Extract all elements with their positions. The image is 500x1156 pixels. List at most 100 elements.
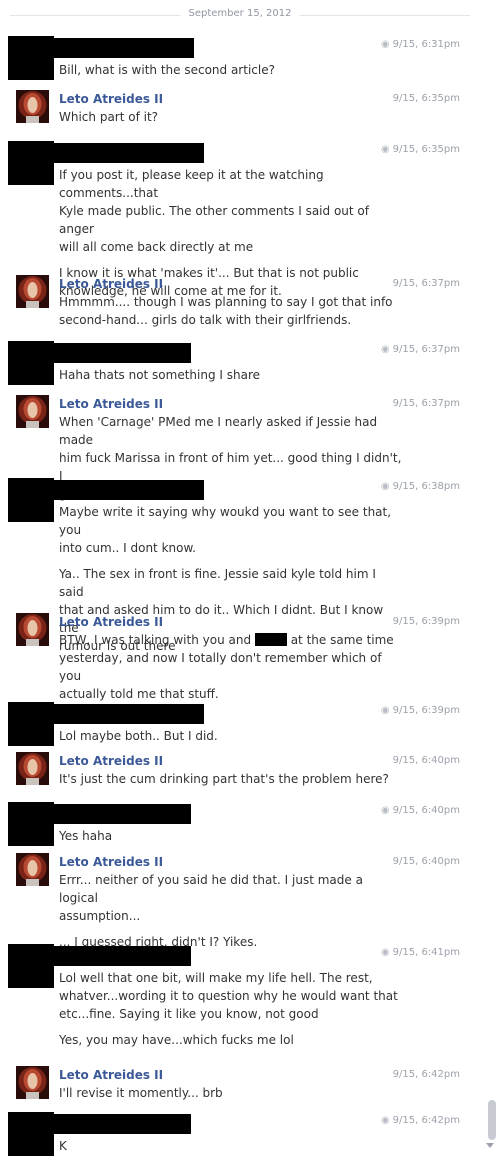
portrait-image xyxy=(16,752,49,785)
sender-name[interactable]: Leto Atreides II xyxy=(59,397,163,411)
message-body: Haha thats not something I share xyxy=(59,366,404,384)
redacted-sender-name xyxy=(54,804,191,824)
message-timestamp: ◉ 9/15, 6:35pm xyxy=(381,144,460,155)
sender-name[interactable]: Leto Atreides II xyxy=(59,615,163,629)
redacted-avatar[interactable] xyxy=(8,478,54,522)
sender-avatar[interactable] xyxy=(16,275,49,308)
location-pin-icon: ◉ xyxy=(380,1115,390,1126)
message-timestamp: 9/15, 6:42pm xyxy=(393,1069,460,1080)
message-timestamp: 9/15, 6:37pm xyxy=(393,278,460,289)
redacted-avatar[interactable] xyxy=(8,944,54,988)
message-body: BTW, I was talking with you and at the s… xyxy=(59,631,404,703)
message-timestamp: ◉ 9/15, 6:40pm xyxy=(381,805,460,816)
message-timestamp: ◉ 9/15, 6:31pm xyxy=(381,39,460,50)
timestamp-text: 9/15, 6:41pm xyxy=(392,947,460,958)
message-body: K xyxy=(59,1137,404,1155)
location-pin-icon: ◉ xyxy=(380,39,390,50)
message-line: Yes, you may have...which fucks me lol xyxy=(59,1033,294,1047)
redacted-sender-name xyxy=(54,143,204,163)
portrait-image xyxy=(16,613,49,646)
message-line: Which part of it? xyxy=(59,110,159,124)
sender-avatar[interactable] xyxy=(16,1066,49,1099)
location-pin-icon: ◉ xyxy=(380,481,390,492)
timestamp-text: 9/15, 6:35pm xyxy=(392,144,460,155)
sender-avatar[interactable] xyxy=(16,613,49,646)
message-line: I'll revise it momently... brb xyxy=(59,1086,223,1100)
redacted-avatar[interactable] xyxy=(8,36,54,80)
timestamp-text: 9/15, 6:40pm xyxy=(392,805,460,816)
redacted-sender-name xyxy=(54,946,191,966)
message-line: etc...fine. Saying it like you know, not… xyxy=(59,1007,319,1021)
message-line: Lol well that one bit, will make my life… xyxy=(59,971,373,985)
message-line: into cum.. I dont know. xyxy=(59,541,196,555)
portrait-image xyxy=(16,395,49,428)
message-line: Bill, what is with the second article? xyxy=(59,63,275,77)
message-line: It's just the cum drinking part that's t… xyxy=(59,772,389,786)
message-line: actually told me that stuff. xyxy=(59,687,219,701)
message-line: assumption... xyxy=(59,909,141,923)
sender-name[interactable]: Leto Atreides II xyxy=(59,754,163,768)
redacted-sender-name xyxy=(54,38,194,58)
sender-name[interactable]: Leto Atreides II xyxy=(59,92,163,106)
redacted-avatar[interactable] xyxy=(8,341,54,385)
portrait-image xyxy=(16,1066,49,1099)
message-line: Lol maybe both.. But I did. xyxy=(59,729,218,743)
message-line: whatver...wording it to question why he … xyxy=(59,989,398,1003)
message-line: yesterday, and now I totally don't remem… xyxy=(59,651,382,683)
message-thread: ◉ 9/15, 6:31pm Bill, what is with the seco… xyxy=(0,0,480,1156)
location-pin-icon: ◉ xyxy=(380,144,390,155)
message-timestamp: 9/15, 6:37pm xyxy=(393,398,460,409)
message-line: Haha thats not something I share xyxy=(59,368,261,382)
message-timestamp: ◉ 9/15, 6:42pm xyxy=(381,1115,460,1126)
scroll-down-arrow-icon[interactable] xyxy=(486,1143,494,1148)
message-line: Hmmmm.... though I was planning to say I… xyxy=(59,295,393,309)
message-body: Lol maybe both.. But I did. xyxy=(59,727,404,745)
message-line: Ya.. The sex in front is fine. Jessie sa… xyxy=(59,567,376,599)
sender-name[interactable]: Leto Atreides II xyxy=(59,277,163,291)
redacted-name-block xyxy=(254,633,287,646)
location-pin-icon: ◉ xyxy=(380,805,390,816)
portrait-image xyxy=(16,90,49,123)
sender-name[interactable]: Leto Atreides II xyxy=(59,855,163,869)
location-pin-icon: ◉ xyxy=(380,947,390,958)
message-line: Errr... neither of you said he did that.… xyxy=(59,873,363,905)
redacted-sender-name xyxy=(54,704,204,724)
message-timestamp: 9/15, 6:39pm xyxy=(393,616,460,627)
sender-avatar[interactable] xyxy=(16,90,49,123)
timestamp-text: 9/15, 6:35pm xyxy=(392,93,460,104)
redacted-avatar[interactable] xyxy=(8,1112,54,1156)
message-timestamp: ◉ 9/15, 6:41pm xyxy=(381,947,460,958)
sender-avatar[interactable] xyxy=(16,752,49,785)
redacted-sender-name xyxy=(54,343,191,363)
redacted-avatar[interactable] xyxy=(8,802,54,846)
redacted-sender-name xyxy=(54,1114,191,1134)
timestamp-text: 9/15, 6:39pm xyxy=(392,705,460,716)
scrollbar-thumb[interactable] xyxy=(488,1100,496,1140)
message-line: Maybe write it saying why woukd you want… xyxy=(59,505,392,537)
timestamp-text: 9/15, 6:40pm xyxy=(392,856,460,867)
message-line: K xyxy=(59,1139,67,1153)
timestamp-text: 9/15, 6:42pm xyxy=(392,1069,460,1080)
timestamp-text: 9/15, 6:38pm xyxy=(392,481,460,492)
redacted-avatar[interactable] xyxy=(8,141,54,185)
location-pin-icon: ◉ xyxy=(380,344,390,355)
timestamp-text: 9/15, 6:42pm xyxy=(392,1115,460,1126)
message-body: It's just the cum drinking part that's t… xyxy=(59,770,404,788)
redacted-avatar[interactable] xyxy=(8,702,54,746)
message-line: Yes haha xyxy=(59,829,113,843)
sender-avatar[interactable] xyxy=(16,853,49,886)
message-line: will all come back directly at me xyxy=(59,240,254,254)
timestamp-text: 9/15, 6:39pm xyxy=(392,616,460,627)
message-body: Lol well that one bit, will make my life… xyxy=(59,969,404,1049)
message-body: Hmmmm.... though I was planning to say I… xyxy=(59,293,404,329)
message-body: I'll revise it momently... brb xyxy=(59,1084,404,1102)
message-line: BTW, I was talking with you and at the s… xyxy=(59,631,404,649)
message-timestamp: ◉ 9/15, 6:38pm xyxy=(381,481,460,492)
sender-name[interactable]: Leto Atreides II xyxy=(59,1068,163,1082)
location-pin-icon: ◉ xyxy=(380,705,390,716)
sender-avatar[interactable] xyxy=(16,395,49,428)
message-body: Bill, what is with the second article? xyxy=(59,61,404,79)
